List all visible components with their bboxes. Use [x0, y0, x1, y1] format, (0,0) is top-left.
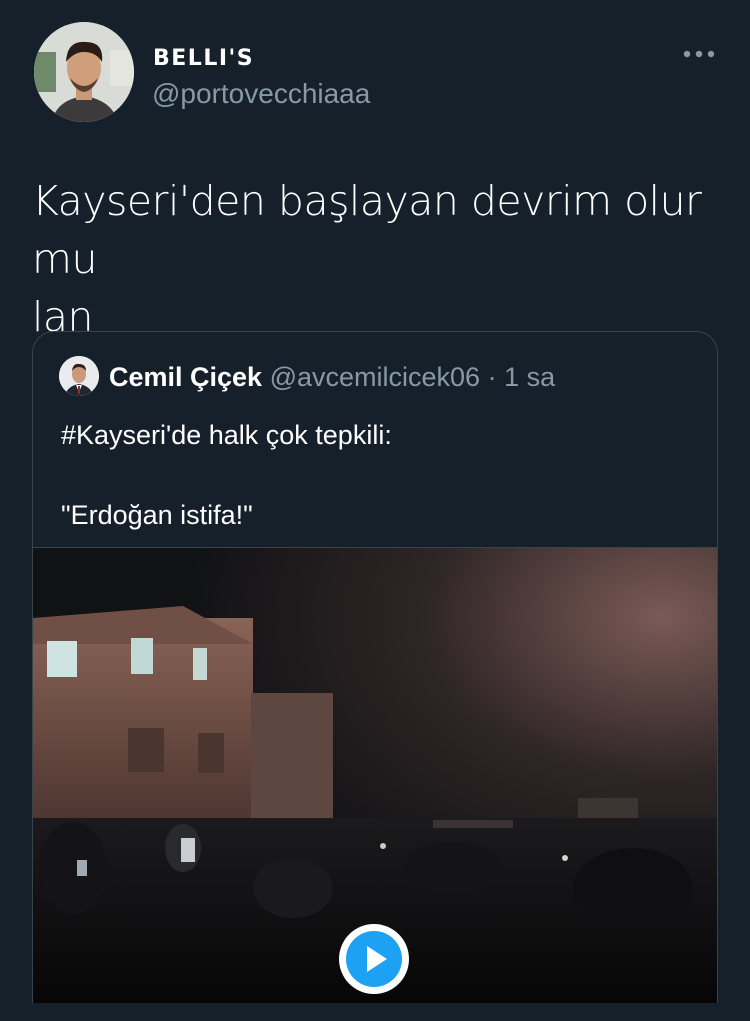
quoted-author-avatar-image	[59, 356, 99, 396]
quoted-author-avatar[interactable]	[59, 356, 99, 396]
bottom-edge	[0, 1003, 750, 1021]
quoted-text: #Kayseri'de halk çok tepkili: "Erdoğan i…	[61, 414, 701, 536]
quoted-author-name[interactable]: Cemil Çiçek	[109, 362, 262, 392]
author-avatar-image	[34, 22, 134, 122]
more-options-button[interactable]	[682, 44, 716, 64]
tweet-text: Kayseri'den başlayan devrim olur mu lan	[32, 172, 712, 346]
author-display-name[interactable]: BELLI'S	[153, 46, 254, 71]
quoted-header: Cemil Çiçek @avcemilcicek06 · 1 sa	[109, 362, 555, 393]
play-button[interactable]	[339, 924, 409, 994]
author-avatar[interactable]	[34, 22, 134, 122]
play-icon	[341, 926, 407, 992]
tweet-text-line: Kayseri'den başlayan devrim olur mu	[32, 177, 702, 283]
quoted-tweet[interactable]: Cemil Çiçek @avcemilcicek06 · 1 sa #Kays…	[32, 331, 718, 1021]
header-separator: ·	[487, 362, 497, 392]
more-dots-icon	[683, 50, 715, 58]
quoted-timestamp[interactable]: 1 sa	[504, 362, 555, 392]
quoted-text-line: "Erdoğan istifa!"	[61, 500, 253, 530]
quoted-author-handle[interactable]: @avcemilcicek06	[270, 362, 480, 392]
author-handle[interactable]: @portovecchiaaa	[152, 78, 370, 110]
quoted-text-line: #Kayseri'de halk çok tepkili:	[61, 420, 392, 450]
video-player[interactable]	[33, 547, 717, 1008]
tweet: BELLI'S @portovecchiaaa Kayseri'den başl…	[0, 0, 750, 1021]
